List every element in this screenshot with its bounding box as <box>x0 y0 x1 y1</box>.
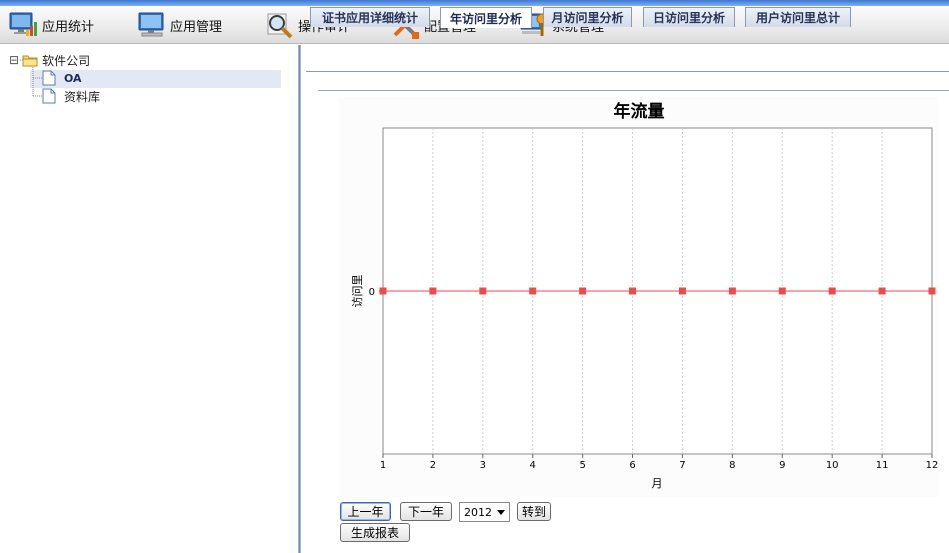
y-tick-label: 0 <box>369 287 375 298</box>
x-tick-label: 2 <box>430 460 436 471</box>
x-tick-label: 6 <box>629 460 635 471</box>
tab-cert-app-detail-label: 证书应用详细统计 <box>321 11 418 25</box>
toolbar-app-management[interactable]: 应用管理 <box>136 10 222 40</box>
magnifier-icon <box>267 13 293 39</box>
x-tick-label: 11 <box>876 460 889 471</box>
goto-button[interactable]: 转到 <box>517 502 551 521</box>
data-point <box>629 287 637 295</box>
next-year-button[interactable]: 下一年 <box>400 502 452 521</box>
x-tick-label: 12 <box>926 460 939 471</box>
x-tick-label: 1 <box>380 460 386 471</box>
x-tick-label: 10 <box>826 460 839 471</box>
tab-daily-analysis-label: 日访问里分析 <box>652 11 725 25</box>
data-point <box>479 287 487 295</box>
x-axis-ticks: 1 2 3 4 5 6 7 8 9 10 11 12 <box>380 454 939 471</box>
x-tick-label: 4 <box>530 460 536 471</box>
goto-label: 转到 <box>521 505 546 519</box>
prev-year-label: 上一年 <box>347 505 384 519</box>
toolbar-app-stats[interactable]: 应用统计 <box>8 10 94 40</box>
data-point <box>828 287 836 295</box>
data-point <box>379 287 387 295</box>
prev-year-button[interactable]: 上一年 <box>340 502 391 521</box>
tree-item-oa-label: OA <box>64 71 82 85</box>
data-point <box>429 287 437 295</box>
x-tick-label: 5 <box>579 460 585 471</box>
x-tick-label: 9 <box>779 460 785 471</box>
document-icon <box>42 70 56 86</box>
data-point <box>579 287 587 295</box>
chevron-down-icon <box>497 510 505 515</box>
data-point <box>878 287 886 295</box>
tree-item-oa[interactable]: OA <box>42 70 82 86</box>
next-year-label: 下一年 <box>407 505 444 519</box>
data-point <box>529 287 537 295</box>
data-point <box>678 287 686 295</box>
document-icon <box>42 88 56 104</box>
x-tick-label: 3 <box>480 460 486 471</box>
x-tick-label: 8 <box>729 460 735 471</box>
tab-monthly-analysis-label: 月访问里分析 <box>551 11 624 25</box>
y-axis-label: 访问里 <box>351 275 364 308</box>
year-select[interactable]: 2012 <box>459 502 510 522</box>
tree-collapse-icon[interactable]: ⊟ <box>9 53 19 67</box>
yearly-traffic-chart: 年流量 1 2 3 4 5 6 7 8 9 10 11 12 0 月 访问里 <box>351 101 939 490</box>
data-point <box>928 287 936 295</box>
tree-root-node[interactable]: ⊟ 软件公司 <box>9 52 90 68</box>
chart-container: 年流量 1 2 3 4 5 6 7 8 9 10 11 12 0 月 访问里 <box>339 97 939 497</box>
tab-cert-app-detail[interactable]: 证书应用详细统计 <box>310 7 430 27</box>
x-axis-label: 月 <box>652 477 663 490</box>
data-point <box>728 287 736 295</box>
tree-item-library[interactable]: 资料库 <box>42 88 100 104</box>
folder-icon <box>22 55 38 67</box>
tab-yearly-analysis[interactable]: 年访问里分析 <box>440 7 532 28</box>
year-select-value: 2012 <box>464 505 492 519</box>
data-point <box>778 287 786 295</box>
tab-strip-border <box>306 71 949 72</box>
tree-root-label: 软件公司 <box>42 53 91 68</box>
chart-title: 年流量 <box>614 101 665 122</box>
tree-item-library-label: 资料库 <box>64 89 101 104</box>
x-tick-label: 7 <box>679 460 685 471</box>
generate-report-label: 生成报表 <box>350 526 399 540</box>
tree-panel: ⊟ 软件公司 OA 资料库 <box>0 45 298 553</box>
tab-yearly-analysis-label: 年访问里分析 <box>449 11 522 26</box>
tab-monthly-analysis[interactable]: 月访问里分析 <box>543 7 632 27</box>
content-divider <box>318 90 949 91</box>
tab-user-total[interactable]: 用户访问里总计 <box>745 7 851 27</box>
toolbar-app-stats-label: 应用统计 <box>42 19 95 35</box>
generate-report-button[interactable]: 生成报表 <box>340 523 410 542</box>
tab-user-total-label: 用户访问里总计 <box>755 11 840 25</box>
monitor-icon <box>138 12 164 37</box>
tab-daily-analysis[interactable]: 日访问里分析 <box>643 7 735 27</box>
monitor-chart-icon <box>9 12 37 36</box>
toolbar-app-management-label: 应用管理 <box>170 19 223 35</box>
